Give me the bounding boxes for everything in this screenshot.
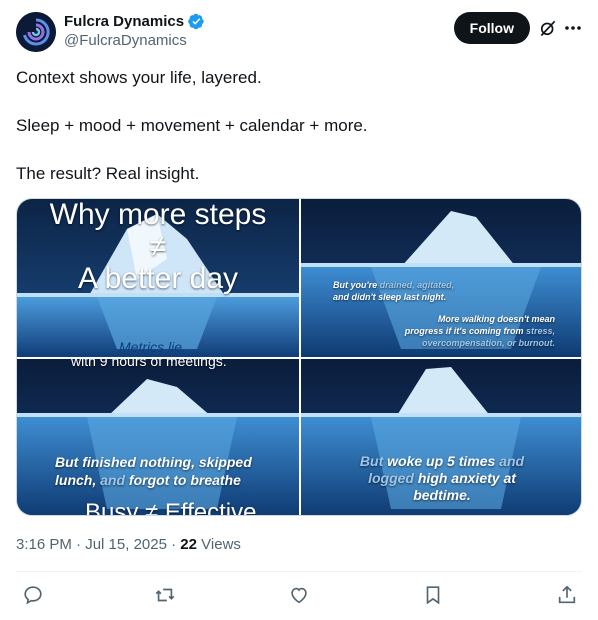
tweet-line: The result? Real insight. xyxy=(16,164,200,183)
panel4-line2b: high anxiety at xyxy=(417,470,516,486)
panel3-line2b: and xyxy=(96,472,129,488)
panel4-line1a: But xyxy=(359,453,388,469)
panel3-top-text: with 9 hours of meetings. xyxy=(71,359,227,369)
media-image-3[interactable]: with 9 hours of meetings. But finished n… xyxy=(17,359,299,516)
tweet-meta: 3:16 PM · Jul 15, 2025 · 22 Views xyxy=(16,536,241,553)
views-label: Views xyxy=(201,536,241,553)
grok-icon[interactable] xyxy=(538,18,558,38)
avatar[interactable] xyxy=(16,12,56,52)
verified-badge-icon[interactable] xyxy=(188,13,205,30)
panel4-line2a: logged xyxy=(368,470,418,486)
media-grid[interactable]: Why more steps ≠ A better day Metrics li… xyxy=(16,198,582,516)
panel3-line1a: But finished xyxy=(55,454,140,470)
bookmark-icon[interactable] xyxy=(422,584,444,606)
author-block: Fulcra Dynamics @FulcraDynamics xyxy=(64,13,205,49)
panel2-text2a: More walking doesn't mean xyxy=(437,314,555,324)
tweet-header: Fulcra Dynamics @FulcraDynamics Follow xyxy=(16,12,582,54)
panel3-line1b: nothing, skipped xyxy=(139,454,252,470)
panel2-text1a: But you're xyxy=(333,280,380,290)
panel2-text1c: and didn't sleep last night. xyxy=(333,292,447,302)
like-icon[interactable] xyxy=(288,584,310,606)
panel2-text2d: overcompensation, or burnout. xyxy=(421,338,555,348)
views-count: 22 xyxy=(180,536,197,553)
follow-button[interactable]: Follow xyxy=(453,12,530,44)
author-handle[interactable]: @FulcraDynamics xyxy=(64,32,205,49)
panel3-line2a: lunch, xyxy=(55,472,97,488)
divider xyxy=(16,571,582,572)
tweet-date[interactable]: Jul 15, 2025 xyxy=(85,536,167,553)
panel2-text2b: progress if it's coming from xyxy=(404,326,526,336)
repost-icon[interactable] xyxy=(154,584,176,606)
panel2-text2c: stress, xyxy=(525,326,555,336)
panel4-line1b: woke up 5 times xyxy=(387,453,496,469)
tweet-text: Context shows your life, layered. Sleep … xyxy=(16,66,582,186)
tweet-line: Sleep + mood + movement + calendar + mor… xyxy=(16,116,368,135)
media-image-1[interactable]: Why more steps ≠ A better day Metrics li… xyxy=(17,199,299,357)
more-options-icon[interactable] xyxy=(564,18,582,38)
author-name[interactable]: Fulcra Dynamics xyxy=(64,13,184,30)
share-icon[interactable] xyxy=(556,584,578,606)
reply-icon[interactable] xyxy=(22,584,44,606)
panel3-bottom-text: Busy ≠ Effective xyxy=(85,499,257,516)
panel4-line1c: and xyxy=(495,453,525,469)
panel1-title-line3: A better day xyxy=(77,262,239,295)
panel1-title-line1: Why more steps xyxy=(49,199,267,231)
action-bar xyxy=(16,584,582,608)
tweet-time[interactable]: 3:16 PM xyxy=(16,536,72,553)
panel2-text1b: drained, agitated, xyxy=(379,280,455,290)
panel3-line2c: forgot to breathe xyxy=(128,472,241,488)
media-image-4[interactable]: But woke up 5 times and logged high anxi… xyxy=(301,359,581,515)
panel4-line3: bedtime. xyxy=(413,487,471,503)
panel1-title-line2: ≠ xyxy=(149,230,167,263)
tweet-line: Context shows your life, layered. xyxy=(16,68,262,87)
media-image-2[interactable]: But you're drained, agitated, and didn't… xyxy=(301,199,581,357)
panel1-caption: Metrics lie. xyxy=(119,339,186,355)
logo-icon xyxy=(16,12,56,52)
